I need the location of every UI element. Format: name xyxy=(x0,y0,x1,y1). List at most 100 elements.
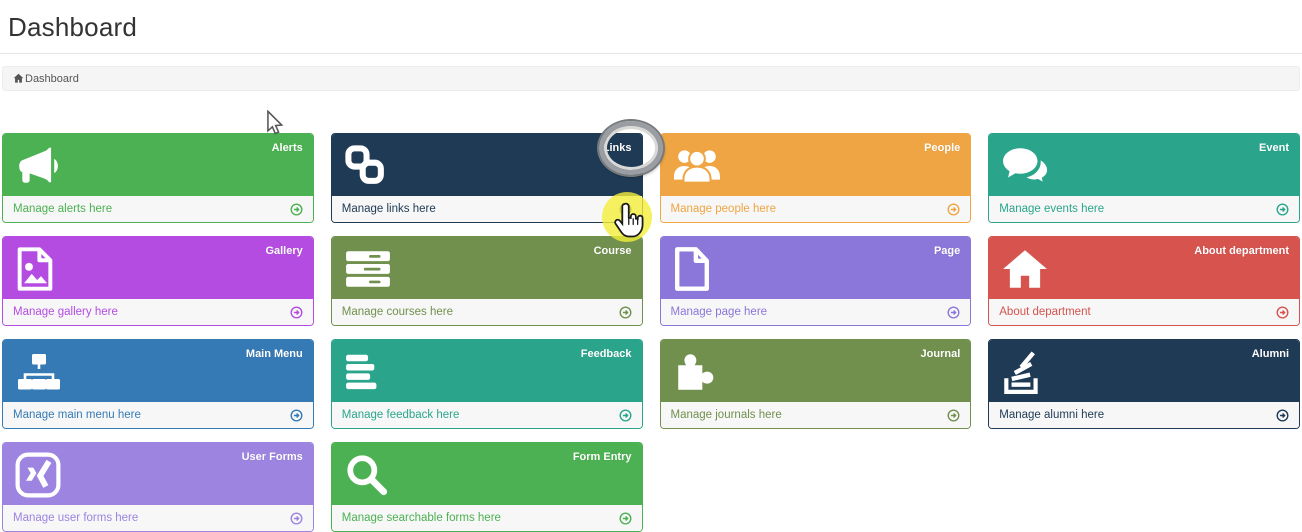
tile-body: Links xyxy=(332,134,642,196)
arrow-circle-right-icon[interactable] xyxy=(290,512,303,525)
arrow-circle-right-icon[interactable] xyxy=(947,306,960,319)
tile-links[interactable]: Links Manage links here xyxy=(331,133,643,223)
arrow-circle-right-icon[interactable] xyxy=(947,409,960,422)
tile-body: User Forms xyxy=(3,443,313,505)
page-title: Dashboard xyxy=(8,12,1294,43)
breadcrumb: Dashboard xyxy=(2,66,1300,91)
tile-footer-link[interactable]: Manage searchable forms here xyxy=(332,505,642,531)
tile-title: Links xyxy=(603,142,632,154)
tile-footer-link[interactable]: Manage user forms here xyxy=(3,505,313,531)
tile-footer-link[interactable]: Manage page here xyxy=(661,299,971,325)
tile-grid: Alerts Manage alerts here Links Manage l… xyxy=(2,133,1300,532)
tile-body: Main Menu xyxy=(3,340,313,402)
tile-footer-link[interactable]: Manage alerts here xyxy=(3,196,313,222)
tile-title: User Forms xyxy=(242,451,303,463)
tile-title: People xyxy=(924,142,960,154)
tile-footer-label: Manage journals here xyxy=(671,409,782,421)
tile-body: Form Entry xyxy=(332,443,642,505)
tile-body: Gallery xyxy=(3,237,313,299)
tile-body: Feedback xyxy=(332,340,642,402)
tile-body: About department xyxy=(989,237,1299,299)
arrow-circle-right-icon[interactable] xyxy=(947,203,960,216)
tile-footer-label: Manage courses here xyxy=(342,306,453,318)
chain-icon xyxy=(344,143,392,189)
tile-title: About department xyxy=(1194,245,1289,257)
tile-footer-link[interactable]: Manage alumni here xyxy=(989,402,1299,428)
tile-footer-link[interactable]: Manage main menu here xyxy=(3,402,313,428)
tile-about-department[interactable]: About department About department xyxy=(988,236,1300,326)
align-left-icon xyxy=(344,349,392,395)
sitemap-icon xyxy=(15,349,63,395)
tile-user-forms[interactable]: User Forms Manage user forms here xyxy=(2,442,314,532)
tile-title: Main Menu xyxy=(246,348,303,360)
tile-feedback[interactable]: Feedback Manage feedback here xyxy=(331,339,643,429)
tile-footer-link[interactable]: Manage events here xyxy=(989,196,1299,222)
tile-event[interactable]: Event Manage events here xyxy=(988,133,1300,223)
tile-body: Event xyxy=(989,134,1299,196)
tile-main-menu[interactable]: Main Menu Manage main menu here xyxy=(2,339,314,429)
tile-gallery[interactable]: Gallery Manage gallery here xyxy=(2,236,314,326)
tile-title: Alerts xyxy=(272,142,303,154)
tile-form-entry[interactable]: Form Entry Manage searchable forms here xyxy=(331,442,643,532)
tile-footer-label: Manage alerts here xyxy=(13,203,112,215)
tile-people[interactable]: People Manage people here xyxy=(660,133,972,223)
tile-footer-link[interactable]: Manage links here xyxy=(332,196,642,222)
tile-title: Form Entry xyxy=(573,451,632,463)
breadcrumb-item-dashboard[interactable]: Dashboard xyxy=(13,73,79,85)
arrow-circle-right-icon[interactable] xyxy=(1276,409,1289,422)
tile-footer-label: Manage page here xyxy=(671,306,768,318)
tile-course[interactable]: Course Manage courses here xyxy=(331,236,643,326)
tile-title: Journal xyxy=(921,348,961,360)
arrow-circle-right-icon[interactable] xyxy=(619,306,632,319)
arrow-circle-right-icon[interactable] xyxy=(290,203,303,216)
tile-footer-link[interactable]: Manage courses here xyxy=(332,299,642,325)
arrow-circle-right-icon[interactable] xyxy=(290,306,303,319)
tile-body: Page xyxy=(661,237,971,299)
xing-icon xyxy=(15,452,63,498)
tile-footer-label: Manage searchable forms here xyxy=(342,512,501,524)
tile-footer-label: Manage user forms here xyxy=(13,512,138,524)
search-icon xyxy=(344,452,392,498)
tile-footer-label: About department xyxy=(999,306,1090,318)
breadcrumb-label: Dashboard xyxy=(25,73,79,85)
tile-footer-link[interactable]: Manage feedback here xyxy=(332,402,642,428)
tile-footer-link[interactable]: Manage people here xyxy=(661,196,971,222)
tile-alumni[interactable]: Alumni Manage alumni here xyxy=(988,339,1300,429)
users-icon xyxy=(673,143,721,189)
tile-footer-label: Manage links here xyxy=(342,203,436,215)
tile-journal[interactable]: Journal Manage journals here xyxy=(660,339,972,429)
home-icon xyxy=(1001,246,1049,292)
tile-footer-label: Manage alumni here xyxy=(999,409,1104,421)
tile-title: Event xyxy=(1259,142,1289,154)
tile-page[interactable]: Page Manage page here xyxy=(660,236,972,326)
file-icon xyxy=(673,246,721,292)
comments-icon xyxy=(1001,143,1049,189)
tile-title: Alumni xyxy=(1252,348,1289,360)
tile-alerts[interactable]: Alerts Manage alerts here xyxy=(2,133,314,223)
arrow-circle-right-icon[interactable] xyxy=(290,409,303,422)
tile-footer-label: Manage people here xyxy=(671,203,777,215)
arrow-circle-right-icon[interactable] xyxy=(619,409,632,422)
stack-overflow-icon xyxy=(1001,349,1049,395)
tile-body: Alerts xyxy=(3,134,313,196)
tile-title: Course xyxy=(594,245,632,257)
tile-title: Gallery xyxy=(265,245,302,257)
tile-footer-label: Manage gallery here xyxy=(13,306,118,318)
arrow-circle-right-icon[interactable] xyxy=(1276,306,1289,319)
tile-body: Journal xyxy=(661,340,971,402)
tile-body: Course xyxy=(332,237,642,299)
arrow-circle-right-icon[interactable] xyxy=(1276,203,1289,216)
tile-footer-link[interactable]: Manage gallery here xyxy=(3,299,313,325)
tile-footer-label: Manage main menu here xyxy=(13,409,141,421)
tile-footer-label: Manage feedback here xyxy=(342,409,460,421)
home-icon xyxy=(13,73,24,84)
tile-body: Alumni xyxy=(989,340,1299,402)
tile-title: Page xyxy=(934,245,960,257)
arrow-circle-right-icon[interactable] xyxy=(619,203,632,216)
bullhorn-icon xyxy=(15,143,63,189)
tile-footer-link[interactable]: Manage journals here xyxy=(661,402,971,428)
tile-title: Feedback xyxy=(581,348,632,360)
tile-footer-link[interactable]: About department xyxy=(989,299,1299,325)
arrow-circle-right-icon[interactable] xyxy=(619,512,632,525)
page-header: Dashboard xyxy=(0,0,1302,54)
